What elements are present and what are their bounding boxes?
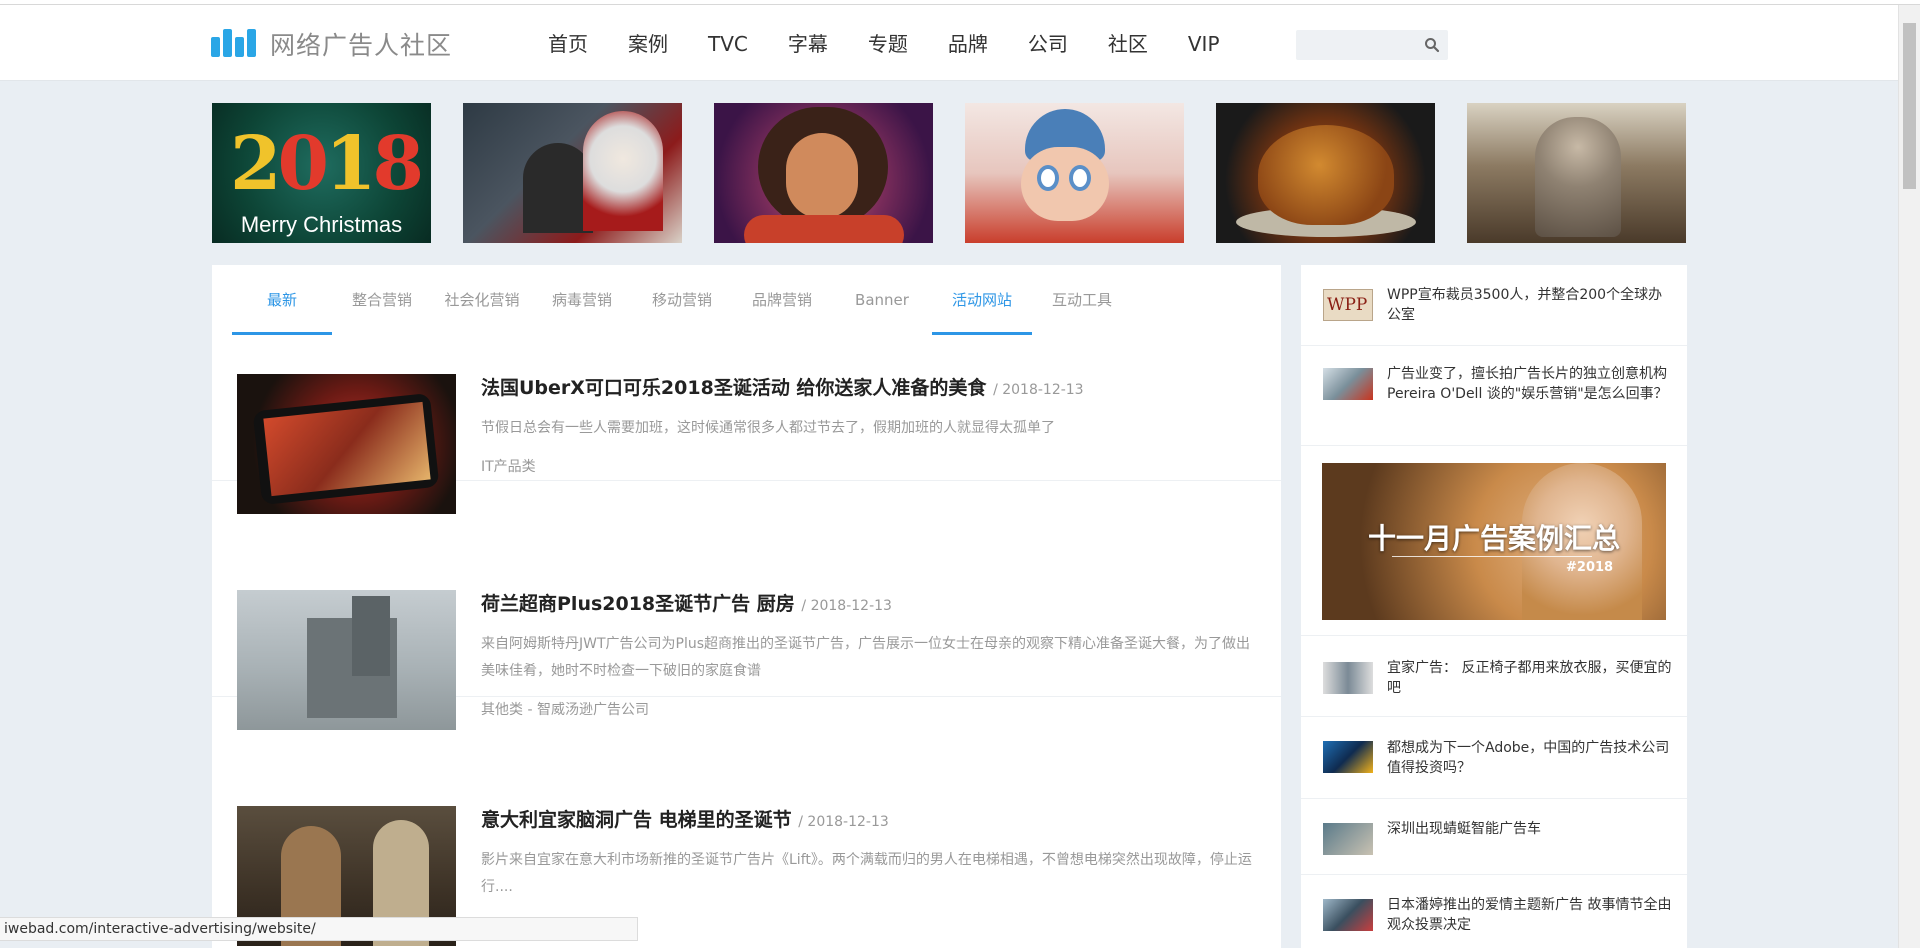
- status-bar-url: iwebad.com/interactive-advertising/websi…: [0, 917, 638, 941]
- news-thumbnail: [1323, 823, 1373, 855]
- news-thumbnail: [1323, 741, 1373, 773]
- nav-subtitles[interactable]: 字幕: [788, 27, 828, 61]
- banner-year-text: 2018: [230, 121, 424, 207]
- article-date: / 2018-12-13: [801, 598, 892, 614]
- sidebar-news-item[interactable]: WPP宣布裁员3500人，并整合200个全球办公室: [1301, 265, 1687, 346]
- sidebar-news-title[interactable]: 广告业变了，擅长拍广告长片的独立创意机构 Pereira O'Dell 谈的"娱…: [1387, 364, 1672, 404]
- banner-christmas-2018[interactable]: 2018 Merry Christmas: [212, 103, 431, 243]
- scrollbar[interactable]: [1898, 5, 1920, 948]
- site-logo[interactable]: 网络广告人社区: [211, 26, 452, 62]
- nav-brands[interactable]: 品牌: [948, 27, 988, 61]
- article-date: / 2018-12-13: [798, 814, 889, 830]
- sidebar-news-title[interactable]: 都想成为下一个Adobe，中国的广告技术公司值得投资吗？: [1387, 738, 1672, 778]
- nav-community[interactable]: 社区: [1108, 27, 1148, 61]
- article-title[interactable]: 法国UberX可口可乐2018圣诞活动 给你送家人准备的美食 / 2018-12…: [481, 373, 1256, 405]
- article-desc: 节假日总会有一些人需要加班，这时候通常很多人都过节去了，假期加班的人就显得太孤单…: [481, 420, 1055, 436]
- banner-character[interactable]: [714, 103, 933, 243]
- article-desc: 来自阿姆斯特丹JWT广告公司为Plus超商推出的圣诞节广告，广告展示一位女士在母…: [481, 636, 1251, 679]
- news-thumbnail: [1323, 662, 1373, 694]
- nav-tvc[interactable]: TVC: [708, 27, 748, 61]
- sidebar-news-title[interactable]: 宜家广告： 反正椅子都用来放衣服，买便宜的吧: [1387, 658, 1672, 698]
- nav-topics[interactable]: 专题: [868, 27, 908, 61]
- sidebar-news-item[interactable]: 深圳出现蜻蜓智能广告车: [1301, 799, 1687, 875]
- banner-caption: Merry Christmas: [240, 212, 403, 237]
- article-category[interactable]: IT产品类: [481, 456, 1256, 476]
- article-panel: 最新 整合营销 社会化营销 病毒营销 移动营销 品牌营销 Banner 活动网站…: [212, 265, 1281, 948]
- site-header: 网络广告人社区 首页 案例 TVC 字幕 专题 品牌 公司 社区 VIP: [0, 5, 1898, 81]
- nav-home[interactable]: 首页: [548, 27, 588, 61]
- search-box: [1296, 30, 1448, 60]
- banner-pudding[interactable]: [1216, 103, 1435, 243]
- sidebar-feature-banner[interactable]: 十一月广告案例汇总 #2018: [1322, 463, 1666, 620]
- logo-icon: [211, 27, 263, 61]
- article-date: / 2018-12-13: [993, 382, 1084, 398]
- banner-old-man[interactable]: [1467, 103, 1686, 243]
- list-item: 荷兰超商Plus2018圣诞节广告 厨房 / 2018-12-13 来自阿姆斯特…: [212, 481, 1281, 730]
- news-thumbnail: [1323, 368, 1373, 400]
- sidebar-news-item[interactable]: 日本潘婷推出的爱情主题新广告 故事情节全由观众投票决定: [1301, 875, 1687, 948]
- feature-title: 十一月广告案例汇总: [1367, 522, 1620, 555]
- sidebar-news-title[interactable]: WPP宣布裁员3500人，并整合200个全球办公室: [1387, 285, 1672, 325]
- article-desc: 影片来自宜家在意大利市场新推的圣诞节广告片《Lift》。两个满载而归的男人在电梯…: [481, 852, 1252, 895]
- feature-tag: #2018: [1566, 560, 1614, 575]
- banner-santa[interactable]: [463, 103, 682, 243]
- banner-strip: 2018 Merry Christmas: [212, 103, 1686, 243]
- sidebar-news-item[interactable]: 广告业变了，擅长拍广告长片的独立创意机构 Pereira O'Dell 谈的"娱…: [1301, 346, 1687, 446]
- sidebar-news-title[interactable]: 深圳出现蜻蜓智能广告车: [1387, 819, 1672, 839]
- news-thumbnail: [1323, 899, 1373, 931]
- main-nav: 首页 案例 TVC 字幕 专题 品牌 公司 社区 VIP: [548, 27, 1260, 61]
- sidebar: WPP宣布裁员3500人，并整合200个全球办公室 广告业变了，擅长拍广告长片的…: [1301, 265, 1687, 948]
- nav-cases[interactable]: 案例: [628, 27, 668, 61]
- nav-companies[interactable]: 公司: [1028, 27, 1068, 61]
- sidebar-news-item[interactable]: 宜家广告： 反正椅子都用来放衣服，买便宜的吧: [1301, 635, 1687, 717]
- scrollbar-thumb[interactable]: [1903, 23, 1916, 189]
- logo-text: 网络广告人社区: [270, 31, 453, 60]
- sidebar-news-title[interactable]: 日本潘婷推出的爱情主题新广告 故事情节全由观众投票决定: [1387, 895, 1672, 935]
- banner-animated-child[interactable]: [965, 103, 1184, 243]
- article-title[interactable]: 意大利宜家脑洞广告 电梯里的圣诞节 / 2018-12-13: [481, 805, 1256, 837]
- list-item: 法国UberX可口可乐2018圣诞活动 给你送家人准备的美食 / 2018-12…: [212, 265, 1281, 514]
- sidebar-news-item[interactable]: 都想成为下一个Adobe，中国的广告技术公司值得投资吗？: [1301, 717, 1687, 799]
- nav-vip[interactable]: VIP: [1188, 27, 1220, 61]
- search-icon[interactable]: [1424, 37, 1440, 53]
- list-item: 意大利宜家脑洞广告 电梯里的圣诞节 / 2018-12-13 影片来自宜家在意大…: [212, 697, 1281, 946]
- article-title[interactable]: 荷兰超商Plus2018圣诞节广告 厨房 / 2018-12-13: [481, 589, 1256, 621]
- wpp-logo-icon: [1323, 289, 1373, 321]
- search-input[interactable]: [1296, 30, 1416, 60]
